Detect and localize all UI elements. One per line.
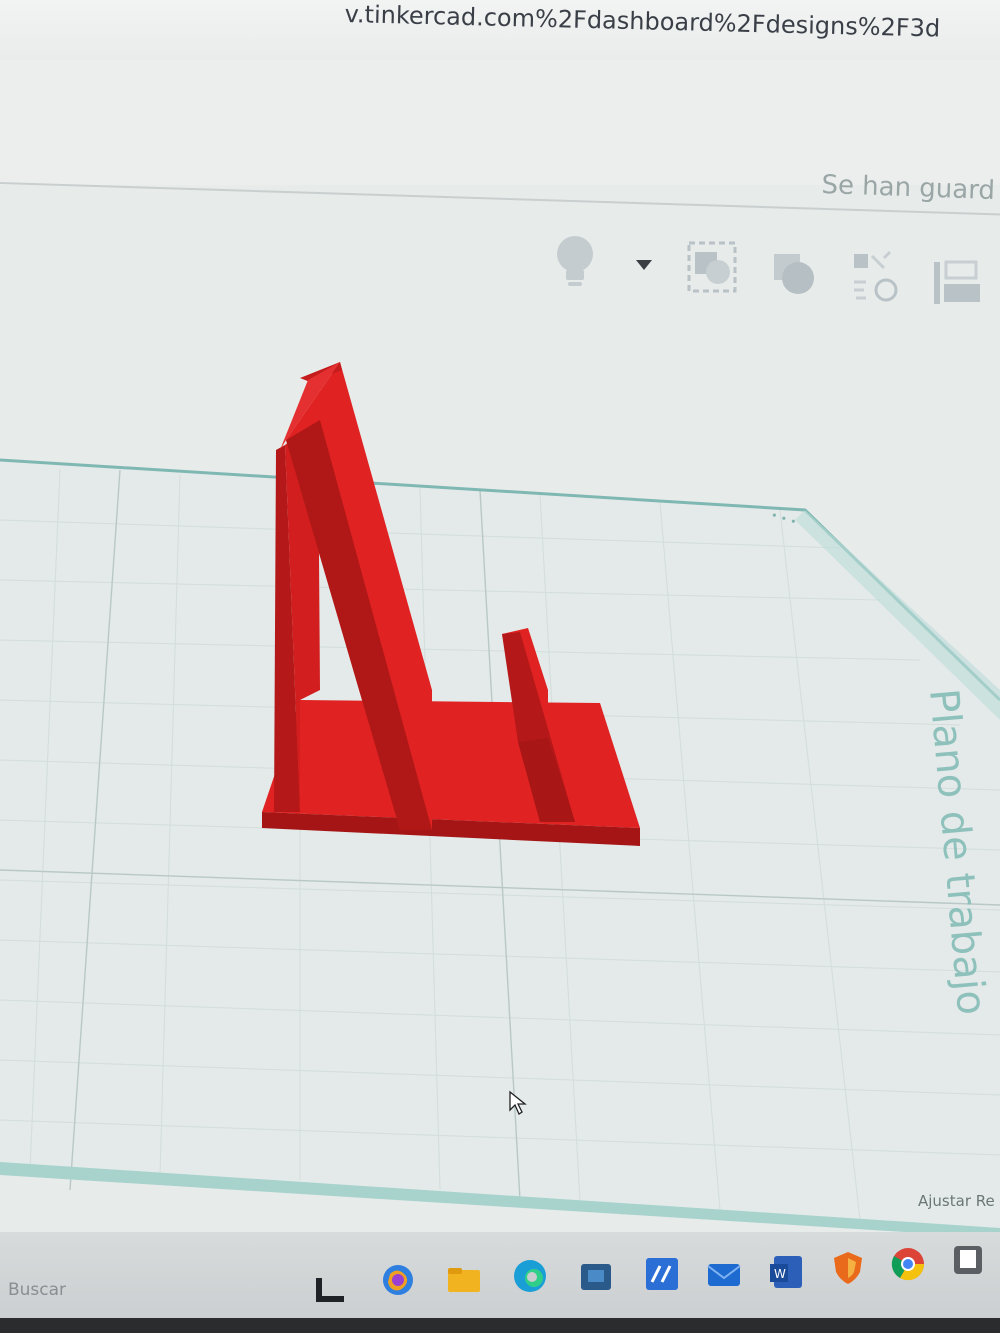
mail-icon[interactable] (706, 1256, 742, 1292)
task-view-icon[interactable] (312, 1272, 348, 1308)
copilot-icon[interactable] (380, 1262, 416, 1298)
file-explorer-icon[interactable] (446, 1262, 482, 1298)
mouse-cursor-icon (509, 1090, 527, 1115)
snap-grid-label[interactable]: Ajustar Re (918, 1192, 995, 1210)
taskbar-search[interactable]: Buscar (8, 1280, 66, 1300)
workplane-canvas[interactable]: Plano de trabajo • • • (0, 0, 1000, 1333)
shield-icon[interactable] (830, 1250, 866, 1286)
edge-icon[interactable] (512, 1258, 548, 1294)
svg-text:W: W (774, 1267, 786, 1281)
word-icon[interactable]: W (768, 1254, 804, 1290)
app-icon[interactable] (644, 1256, 680, 1292)
app2-icon[interactable] (950, 1242, 986, 1278)
screen-bezel (0, 1318, 1000, 1333)
chrome-icon[interactable] (890, 1246, 926, 1282)
store-icon[interactable] (578, 1258, 614, 1294)
